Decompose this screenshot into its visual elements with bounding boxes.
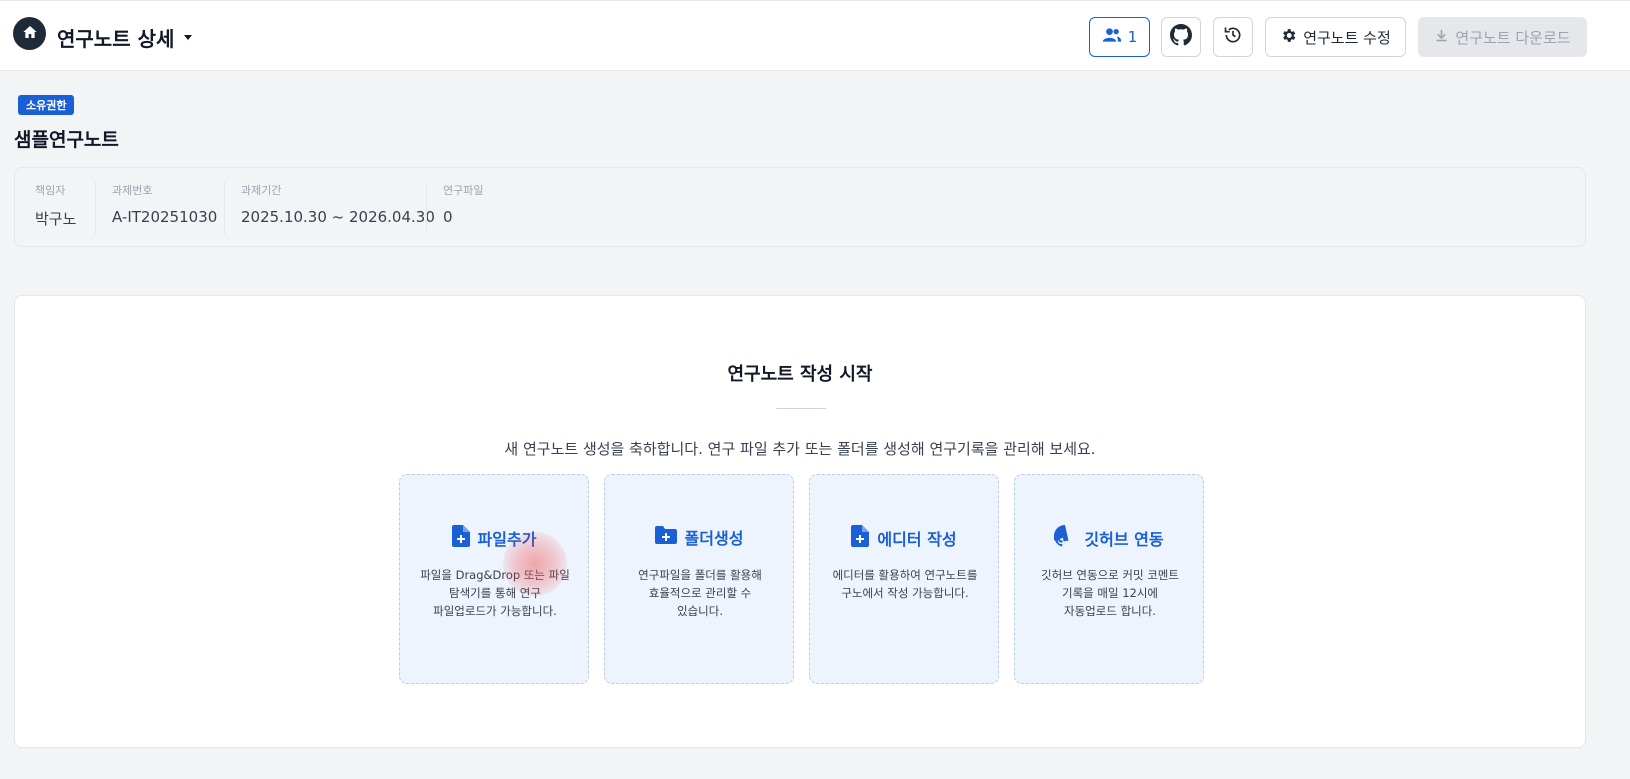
info-value: 0 <box>443 208 453 226</box>
info-project-number: 과제번호 A-IT20251030 <box>112 182 217 234</box>
file-plus-icon <box>451 525 470 551</box>
info-label: 책임자 <box>35 184 66 197</box>
info-value: A-IT20251030 <box>112 208 218 226</box>
owner-badge: 소유권한 <box>18 95 75 115</box>
start-title: 연구노트 작성 시작 <box>727 364 873 385</box>
members-count: 1 <box>1127 28 1138 46</box>
feature-card-github[interactable]: 깃허브 연동 깃허브 연동으로 커밋 코멘트 기록을 매일 12시에 자동업로드… <box>1014 474 1204 684</box>
github-icon <box>1052 525 1076 551</box>
info-project-period: 과제기간 2025.10.30 ~ 2026.04.30 <box>241 182 435 234</box>
github-icon <box>1170 24 1192 50</box>
folder-plus-icon <box>654 526 677 548</box>
note-info-panel: 책임자 박구노 과제번호 A-IT20251030 과제기간 2025.10.3… <box>14 167 1586 247</box>
info-value: 2025.10.30 ~ 2026.04.30 <box>241 208 435 226</box>
feature-card-add-file[interactable]: 파일추가 파일을 Drag&Drop 또는 파일 탐색기를 통해 연구 파일업로… <box>399 474 589 684</box>
start-description: 새 연구노트 생성을 축하합니다. 연구 파일 추가 또는 폴더를 생성해 연구… <box>504 440 1096 458</box>
download-note-button[interactable]: 연구노트 다운로드 <box>1418 17 1587 57</box>
info-value: 박구노 <box>35 210 77 228</box>
download-note-label: 연구노트 다운로드 <box>1455 28 1571 47</box>
edit-note-label: 연구노트 수정 <box>1303 28 1391 47</box>
feature-header: 깃허브 연동 <box>1015 525 1203 551</box>
info-label: 과제기간 <box>241 184 282 197</box>
history-button[interactable] <box>1213 17 1253 57</box>
info-research-files: 연구파일 0 <box>443 182 483 234</box>
github-button[interactable] <box>1161 17 1201 57</box>
feature-title: 에디터 작성 <box>877 530 957 549</box>
divider <box>426 182 427 234</box>
gear-icon <box>1280 27 1297 48</box>
feature-header: 파일추가 <box>400 525 588 551</box>
caret-down-icon[interactable] <box>183 27 193 46</box>
edit-note-button[interactable]: 연구노트 수정 <box>1265 17 1406 57</box>
info-label: 과제번호 <box>112 184 153 197</box>
feature-description: 깃허브 연동으로 커밋 코멘트 기록을 매일 12시에 자동업로드 합니다. <box>1041 568 1179 618</box>
feature-title: 폴더생성 <box>684 529 744 548</box>
feature-header: 폴더생성 <box>605 525 793 549</box>
history-icon <box>1223 25 1243 49</box>
start-card: 연구노트 작성 시작 새 연구노트 생성을 축하합니다. 연구 파일 추가 또는… <box>14 295 1586 748</box>
divider <box>224 182 225 234</box>
info-label: 연구파일 <box>443 184 484 197</box>
members-button[interactable]: 1 <box>1089 17 1150 57</box>
home-icon <box>22 24 38 44</box>
feature-header: 에디터 작성 <box>810 525 998 551</box>
home-button[interactable] <box>13 17 46 50</box>
users-icon <box>1102 27 1122 47</box>
feature-description: 에디터를 활용하여 연구노트를 구노에서 작성 가능합니다. <box>832 568 978 600</box>
title-divider <box>776 408 826 409</box>
note-name: 샘플연구노트 <box>14 129 119 151</box>
download-icon <box>1434 28 1449 47</box>
feature-title: 파일추가 <box>477 530 537 549</box>
divider <box>95 182 96 234</box>
top-bar: 연구노트 상세 1 연구노트 수정 연구노트 다운로드 <box>0 0 1630 71</box>
feature-card-editor[interactable]: 에디터 작성 에디터를 활용하여 연구노트를 구노에서 작성 가능합니다. <box>809 474 999 684</box>
page-title: 연구노트 상세 <box>57 27 175 51</box>
feature-description: 연구파일을 폴더를 활용해 효율적으로 관리할 수 있습니다. <box>638 568 762 618</box>
info-manager: 책임자 박구노 <box>35 182 76 234</box>
file-plus-icon <box>851 525 870 551</box>
feature-title: 깃허브 연동 <box>1084 530 1164 549</box>
feature-card-create-folder[interactable]: 폴더생성 연구파일을 폴더를 활용해 효율적으로 관리할 수 있습니다. <box>604 474 794 684</box>
feature-description: 파일을 Drag&Drop 또는 파일 탐색기를 통해 연구 파일업로드가 가능… <box>420 568 570 618</box>
